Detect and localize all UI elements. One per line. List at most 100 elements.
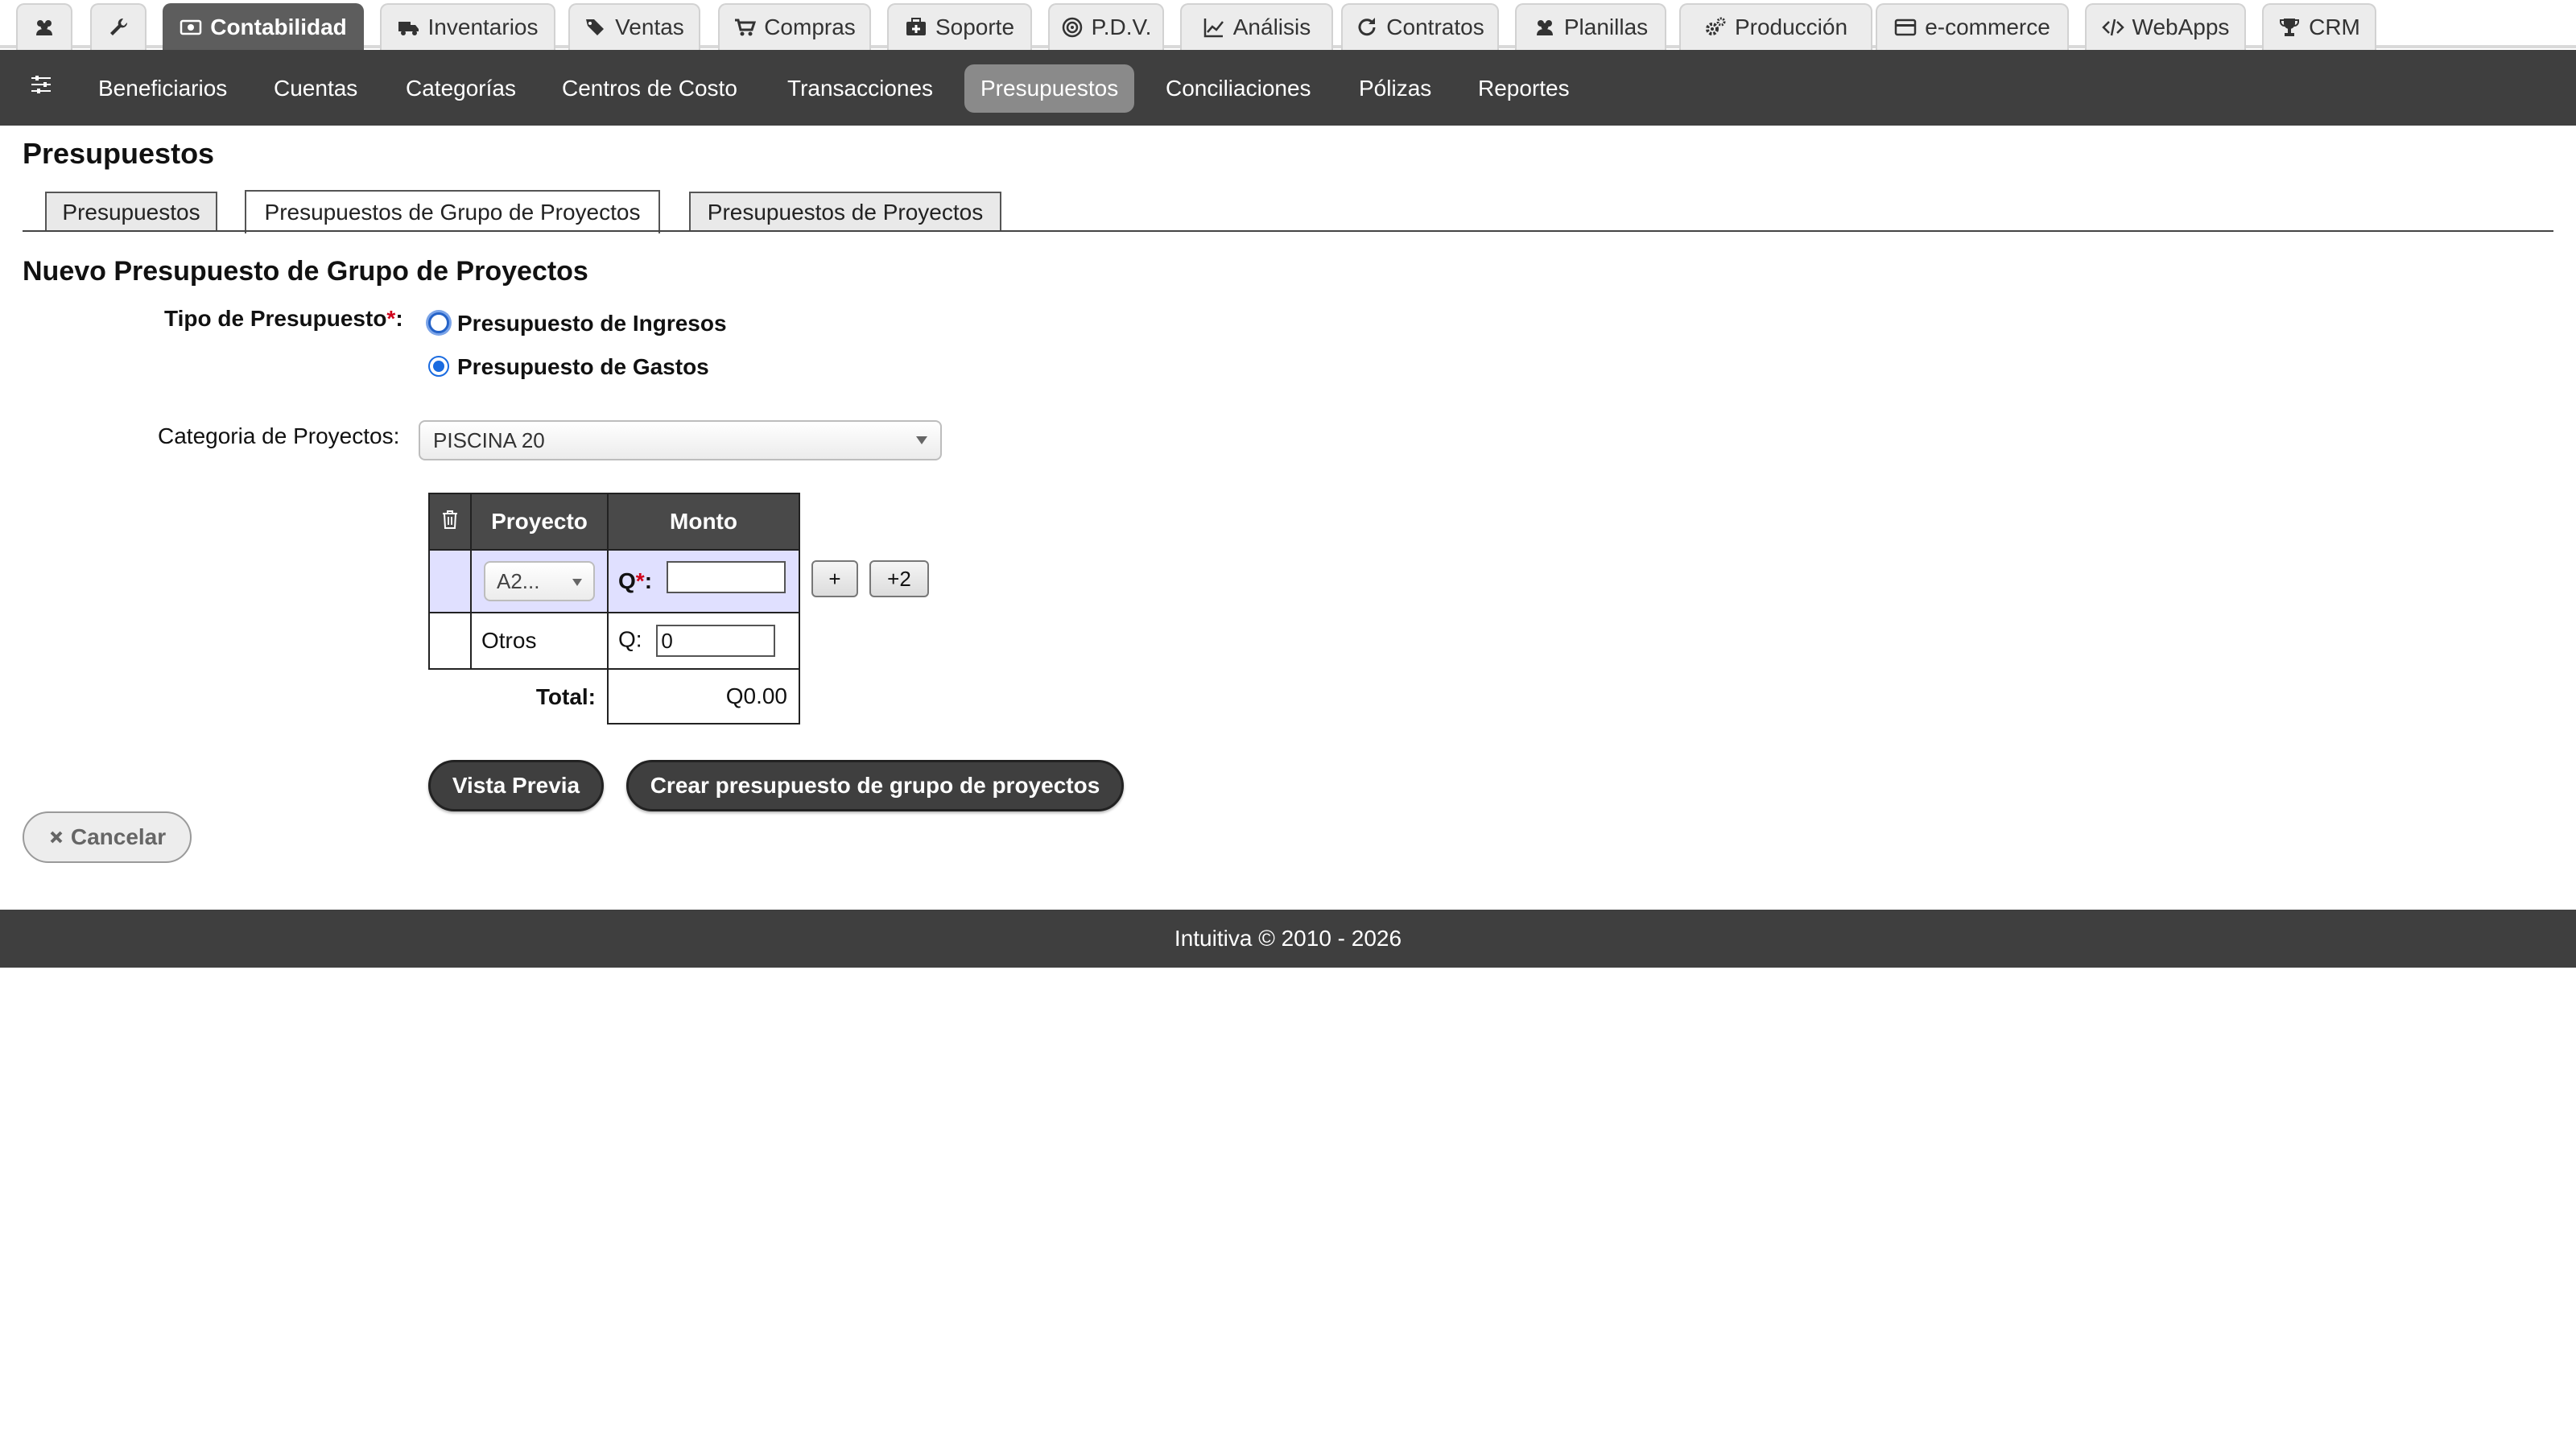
footer: Intuitiva © 2010 - 2026 [0, 910, 2576, 968]
module-tab-soporte[interactable]: Soporte [887, 3, 1032, 50]
module-tab-crm[interactable]: CRM [2262, 3, 2376, 50]
module-tab-ecommerce[interactable]: e-commerce [1876, 3, 2069, 50]
subnav-cuentas[interactable]: Cuentas [274, 64, 357, 113]
project-cell: A2... [470, 549, 609, 613]
users-icon [1536, 20, 1553, 35]
close-icon [50, 831, 63, 844]
total-label: Total: [535, 683, 596, 709]
users-icon [36, 20, 52, 35]
subnav-beneficiarios[interactable]: Beneficiarios [98, 64, 227, 113]
module-tab-contratos[interactable]: Contratos [1341, 3, 1499, 50]
module-tab-label: Contabilidad [210, 14, 347, 39]
chevron-down-icon [916, 436, 927, 444]
subnav-presupuestos[interactable]: Presupuestos [964, 64, 1135, 113]
truck-icon [398, 22, 419, 35]
module-tab-produccion[interactable]: Producción [1679, 3, 1872, 50]
tab-presupuestos[interactable]: Presupuestos [45, 192, 217, 232]
radio-income-budget[interactable] [428, 312, 449, 333]
radio-expense-label[interactable]: Presupuesto de Gastos [457, 354, 709, 380]
page-title: Presupuestos [23, 137, 215, 170]
project-category-value: PISCINA 20 [433, 427, 545, 452]
trash-icon[interactable] [440, 509, 460, 530]
project-category-label: Categoria de Proyectos: [158, 423, 400, 448]
cart-icon [735, 19, 757, 36]
module-tab-label: Ventas [615, 14, 684, 39]
module-tab-contabilidad[interactable]: Contabilidad [163, 3, 364, 50]
chart-line-icon [1203, 19, 1224, 38]
subnav-centros-de-costo[interactable]: Centros de Costo [562, 64, 737, 113]
module-tab-users[interactable] [16, 3, 72, 50]
radio-income-label[interactable]: Presupuesto de Ingresos [457, 311, 727, 336]
bullseye-icon [1062, 17, 1082, 38]
currency-label: Q*: [618, 568, 653, 593]
amount-cell: Q: 0 [607, 612, 800, 670]
refresh-icon [1358, 18, 1376, 36]
row-delete-cell [428, 549, 472, 613]
preview-button[interactable]: Vista Previa [428, 760, 604, 811]
subnav-categorias[interactable]: Categorías [406, 64, 516, 113]
module-tab-label: Soporte [935, 14, 1015, 39]
project-select[interactable]: A2... [484, 561, 595, 601]
money-icon [180, 19, 202, 35]
module-tab-label: Compras [764, 14, 856, 39]
cancel-button[interactable]: Cancelar [23, 811, 192, 863]
section-title: Nuevo Presupuesto de Grupo de Proyectos [23, 256, 588, 287]
module-tab-ventas[interactable]: Ventas [568, 3, 700, 50]
create-project-group-budget-button[interactable]: Crear presupuesto de grupo de proyectos [626, 760, 1124, 811]
subnav-transacciones[interactable]: Transacciones [787, 64, 933, 113]
footer-copyright: Intuitiva © 2010 - 2026 [1174, 926, 1402, 951]
module-tab-planillas[interactable]: Planillas [1515, 3, 1666, 50]
trophy-icon [2280, 19, 2300, 36]
module-tab-label: Planillas [1563, 14, 1649, 39]
wrench-icon [110, 18, 128, 35]
total-value: Q0.00 [607, 668, 800, 724]
sliders-icon[interactable] [29, 72, 53, 97]
tab-presupuestos-proyectos[interactable]: Presupuestos de Proyectos [689, 192, 1001, 232]
project-cell: Otros [470, 612, 609, 670]
cancel-label: Cancelar [70, 824, 167, 849]
project-category-select[interactable]: PISCINA 20 [419, 420, 942, 460]
project-amounts-table: Proyecto Monto A2... Q*: Otros Q: 0 Tota… [428, 493, 800, 724]
code-icon [2101, 19, 2124, 36]
project-column-header: Proyecto [470, 493, 609, 551]
required-mark: * [386, 306, 396, 331]
accounting-subnav: Beneficiarios Cuentas Categorías Centros… [0, 50, 2576, 126]
module-tab-compras[interactable]: Compras [718, 3, 871, 50]
module-tab-label: Inventarios [427, 14, 539, 39]
add-two-rows-button[interactable]: +2 [869, 560, 929, 597]
medkit-icon [906, 18, 926, 35]
amount-cell: Q*: [607, 549, 800, 613]
tags-icon [586, 19, 605, 35]
budget-type-label: Tipo de Presupuesto*: [164, 306, 403, 331]
amount-input[interactable]: 0 [656, 625, 776, 657]
currency-label: Q: [618, 626, 642, 652]
module-tab-label: P.D.V. [1091, 14, 1152, 39]
module-tab-inventarios[interactable]: Inventarios [380, 3, 555, 50]
amount-column-header: Monto [607, 493, 800, 551]
module-tab-webapps[interactable]: WebApps [2085, 3, 2246, 50]
subnav-conciliaciones[interactable]: Conciliaciones [1166, 64, 1311, 113]
module-tab-pdv[interactable]: P.D.V. [1048, 3, 1164, 50]
module-tab-label: WebApps [2132, 14, 2230, 39]
module-tab-analisis[interactable]: Análisis [1180, 3, 1333, 50]
table-row: Otros Q: 0 [428, 612, 800, 670]
module-tab-label: Producción [1734, 14, 1848, 39]
chevron-down-icon [572, 579, 582, 586]
tabs-divider [23, 230, 2553, 232]
module-tab-label: Contratos [1386, 14, 1484, 39]
table-row: A2... Q*: [428, 549, 800, 613]
credit-card-icon [1894, 19, 1917, 36]
delete-column-header [428, 493, 472, 551]
add-row-button[interactable]: + [811, 560, 858, 597]
subnav-reportes[interactable]: Reportes [1478, 64, 1570, 113]
amount-input[interactable] [666, 560, 786, 593]
module-bar: Contabilidad Inventarios Ventas Compras … [0, 0, 2576, 50]
module-tab-label: Análisis [1232, 14, 1311, 39]
tab-presupuestos-grupo-proyectos[interactable]: Presupuestos de Grupo de Proyectos [245, 190, 660, 233]
module-tab-tools[interactable] [90, 3, 147, 50]
cogs-icon [1705, 17, 1726, 35]
project-select-value: A2... [497, 569, 540, 593]
subnav-polizas[interactable]: Pólizas [1359, 64, 1431, 113]
module-tab-label: e-commerce [1925, 14, 2050, 39]
radio-expense-budget[interactable] [428, 356, 449, 377]
